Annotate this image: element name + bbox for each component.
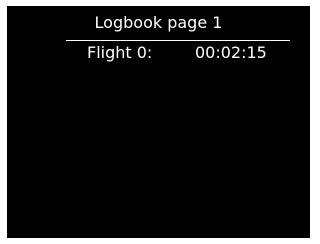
flight-entry-label: Flight 0:	[87, 43, 153, 62]
page-title: Logbook page 1	[94, 13, 223, 32]
flight-entry-duration: 00:02:15	[195, 43, 267, 62]
logbook-screen: Logbook page 1 Flight 0: 00:02:15	[7, 6, 310, 238]
title-underline	[66, 40, 290, 41]
